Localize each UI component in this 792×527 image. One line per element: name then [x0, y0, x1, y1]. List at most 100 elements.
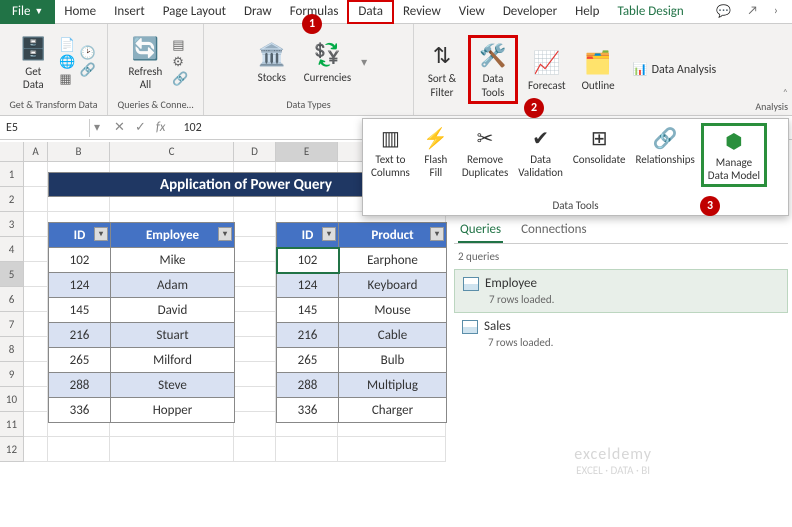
table-cell[interactable]: Steve	[111, 373, 235, 398]
cell[interactable]	[24, 287, 48, 312]
select-all-corner[interactable]	[0, 142, 24, 161]
enter-icon[interactable]: ✓	[135, 120, 146, 135]
table-cell[interactable]: Mike	[111, 248, 235, 273]
col-header-c[interactable]: C	[110, 142, 234, 161]
data-analysis-button[interactable]: 📊 Data Analysis	[625, 58, 725, 81]
cell[interactable]	[24, 437, 48, 462]
cell[interactable]	[24, 212, 48, 237]
cell[interactable]	[110, 437, 234, 462]
cell[interactable]	[234, 437, 276, 462]
queries-small-buttons[interactable]: ▤ ⚙ 🔗	[172, 38, 188, 87]
row-header[interactable]: 9	[0, 362, 24, 387]
cell[interactable]	[234, 362, 276, 387]
row-header[interactable]: 2	[0, 187, 24, 212]
table-cell[interactable]: 216	[277, 323, 339, 348]
file-tab[interactable]: File ▼	[0, 0, 55, 24]
tab-view[interactable]: View	[450, 0, 494, 24]
table-cell[interactable]: Earphone	[339, 248, 447, 273]
cell[interactable]	[234, 237, 276, 262]
table-cell[interactable]: Milford	[111, 348, 235, 373]
t2-h1[interactable]: ID▾	[277, 223, 339, 248]
table-cell[interactable]: 288	[49, 373, 111, 398]
outline-button[interactable]: 🗂️ Outline	[576, 45, 621, 94]
table-cell[interactable]: 216	[49, 323, 111, 348]
formula-bar-input[interactable]: 102	[175, 119, 209, 137]
row-header[interactable]: 3	[0, 212, 24, 237]
table-cell[interactable]: David	[111, 298, 235, 323]
tab-developer[interactable]: Developer	[494, 0, 566, 24]
table-cell[interactable]: 336	[277, 398, 339, 423]
cell[interactable]	[234, 212, 276, 237]
queries-icon[interactable]: ▤	[172, 38, 188, 53]
query-item-sales[interactable]: Sales 7 rows loaded.	[454, 313, 788, 355]
text-to-columns-button[interactable]: ▥Text to Columns	[367, 123, 414, 181]
cell[interactable]	[234, 387, 276, 412]
filter-icon[interactable]: ▾	[322, 227, 336, 241]
filter-icon[interactable]: ▾	[430, 227, 444, 241]
cell[interactable]	[338, 437, 446, 462]
cell[interactable]	[234, 287, 276, 312]
get-data-button[interactable]: 🗄️ Get Data	[11, 31, 55, 93]
queries-tab[interactable]: Queries	[458, 218, 503, 243]
tab-review[interactable]: Review	[394, 0, 450, 24]
col-header-d[interactable]: D	[234, 142, 276, 161]
table-cell[interactable]: Multiplug	[339, 373, 447, 398]
table-cell[interactable]: 102	[49, 248, 111, 273]
table-cell[interactable]: Charger	[339, 398, 447, 423]
refresh-all-button[interactable]: 🔄 Refresh All	[123, 31, 169, 93]
tab-insert[interactable]: Insert	[105, 0, 154, 24]
properties-icon[interactable]: ⚙	[172, 55, 188, 70]
table-cell[interactable]: 124	[277, 273, 339, 298]
row-header[interactable]: 4	[0, 237, 24, 262]
table-cell[interactable]: 336	[49, 398, 111, 423]
table-cell[interactable]: 145	[277, 298, 339, 323]
cell[interactable]	[234, 337, 276, 362]
get-transform-small-buttons-2[interactable]: 🕑 🔗	[80, 46, 96, 78]
tab-home[interactable]: Home	[55, 0, 105, 24]
table-cell[interactable]: Bulb	[339, 348, 447, 373]
table-cell[interactable]: Keyboard	[339, 273, 447, 298]
table-cell[interactable]: Stuart	[111, 323, 235, 348]
t1-h1[interactable]: ID▾	[49, 223, 111, 248]
tab-help[interactable]: Help	[566, 0, 608, 24]
table-cell[interactable]: 124	[49, 273, 111, 298]
row-header[interactable]: 8	[0, 337, 24, 362]
manage-data-model-button[interactable]: ⬢Manage Data Model	[701, 123, 767, 187]
share-icon[interactable]: ↗	[741, 2, 764, 21]
collapse-ribbon-icon[interactable]: ˄	[783, 86, 788, 99]
table-cell[interactable]: Cable	[339, 323, 447, 348]
get-transform-small-buttons[interactable]: 📄 🌐 ▦	[59, 38, 75, 87]
cell[interactable]	[24, 362, 48, 387]
cell[interactable]	[24, 262, 48, 287]
table-cell[interactable]: 145	[49, 298, 111, 323]
tab-draw[interactable]: Draw	[235, 0, 281, 24]
t2-h2[interactable]: Product▾	[339, 223, 447, 248]
consolidate-button[interactable]: ⊞Consolidate	[569, 123, 630, 168]
table-cell[interactable]: 102	[277, 248, 339, 273]
more-icon[interactable]: ›	[768, 2, 784, 21]
row-header[interactable]: 7	[0, 312, 24, 337]
remove-duplicates-button[interactable]: ✂Remove Duplicates	[458, 123, 512, 181]
cell[interactable]	[48, 437, 110, 462]
row-header[interactable]: 1	[0, 162, 24, 187]
cell[interactable]	[24, 187, 48, 212]
table-cell[interactable]: Hopper	[111, 398, 235, 423]
data-validation-button[interactable]: ✔Data Validation	[514, 123, 567, 181]
t1-h2[interactable]: Employee▾	[111, 223, 235, 248]
data-tools-button[interactable]: 🛠️ Data Tools	[468, 35, 518, 103]
row-header[interactable]: 10	[0, 387, 24, 412]
row-header[interactable]: 11	[0, 412, 24, 437]
edit-links-icon[interactable]: 🔗	[172, 72, 188, 87]
forecast-button[interactable]: 📈 Forecast	[522, 45, 572, 94]
cell[interactable]	[234, 312, 276, 337]
table-cell[interactable]: 265	[277, 348, 339, 373]
cell[interactable]	[276, 437, 338, 462]
table-cell[interactable]: 288	[277, 373, 339, 398]
from-web-icon[interactable]: 🌐	[59, 55, 75, 70]
name-box[interactable]: E5	[0, 119, 90, 137]
table-cell[interactable]: 265	[49, 348, 111, 373]
col-header-b[interactable]: B	[48, 142, 110, 161]
tab-table-design[interactable]: Table Design	[609, 0, 693, 24]
currencies-button[interactable]: 💱 Currencies	[298, 37, 357, 86]
data-types-more-icon[interactable]: ▾	[361, 55, 367, 70]
